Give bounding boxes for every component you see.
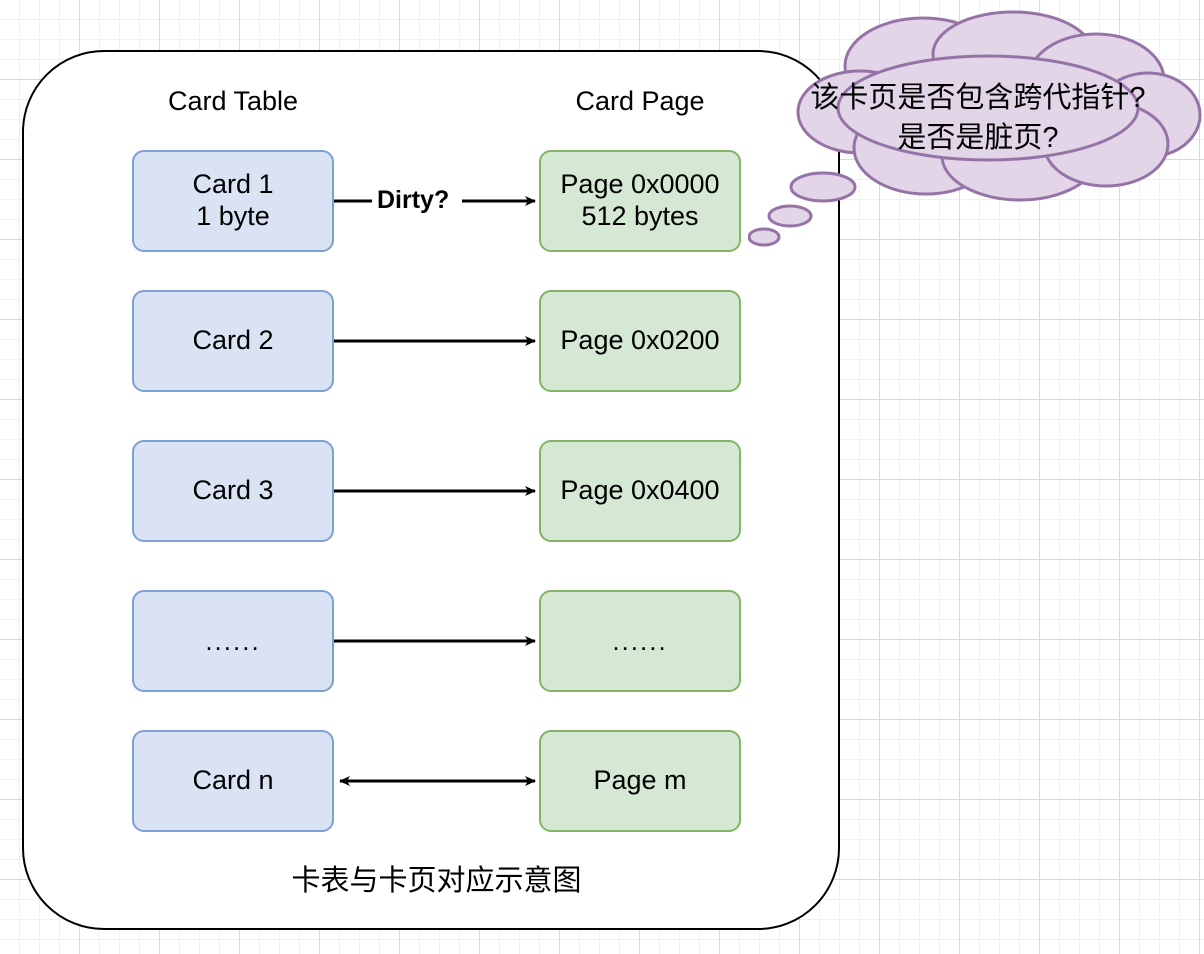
card-box-n-line1: Card n [192, 765, 274, 796]
page-box-2-line1: Page 0x0200 [560, 325, 720, 356]
card-box-ellipsis[interactable]: ...... [132, 590, 334, 692]
card-box-n[interactable]: Card n [132, 730, 334, 832]
thought-bubble: 该卡页是否包含跨代指针? 是否是脏页? [747, 8, 1204, 258]
diagram-canvas: Card Table Card Page Card 1 1 byte Page … [0, 0, 1204, 954]
thought-bubble-tail [747, 171, 857, 247]
page-box-1-line1: Page 0x0000 [560, 169, 720, 200]
card-box-2[interactable]: Card 2 [132, 290, 334, 392]
card-box-1[interactable]: Card 1 1 byte [132, 150, 334, 252]
thought-bubble-shape [747, 10, 1202, 247]
page-box-3-line1: Page 0x0400 [560, 475, 720, 506]
column-header-card-table: Card Table [167, 86, 299, 116]
diagram-caption: 卡表与卡页对应示意图 [291, 865, 582, 897]
page-box-2[interactable]: Page 0x0200 [539, 290, 741, 392]
page-box-1[interactable]: Page 0x0000 512 bytes [539, 150, 741, 252]
page-box-m[interactable]: Page m [539, 730, 741, 832]
card-box-ellipsis-label: ...... [205, 625, 261, 656]
page-box-1-line2: 512 bytes [581, 201, 699, 231]
page-box-m-line1: Page m [593, 765, 687, 796]
column-header-card-page: Card Page [575, 86, 705, 116]
page-box-ellipsis-label: ...... [612, 625, 668, 656]
card-box-1-line2: 1 byte [196, 201, 270, 231]
card-box-3-line1: Card 3 [192, 475, 274, 506]
page-box-3[interactable]: Page 0x0400 [539, 440, 741, 542]
card-box-2-line1: Card 2 [192, 325, 274, 356]
card-box-1-line1: Card 1 [192, 169, 274, 200]
page-box-ellipsis[interactable]: ...... [539, 590, 741, 692]
edge-label-dirty: Dirty? [372, 186, 455, 215]
card-box-3[interactable]: Card 3 [132, 440, 334, 542]
